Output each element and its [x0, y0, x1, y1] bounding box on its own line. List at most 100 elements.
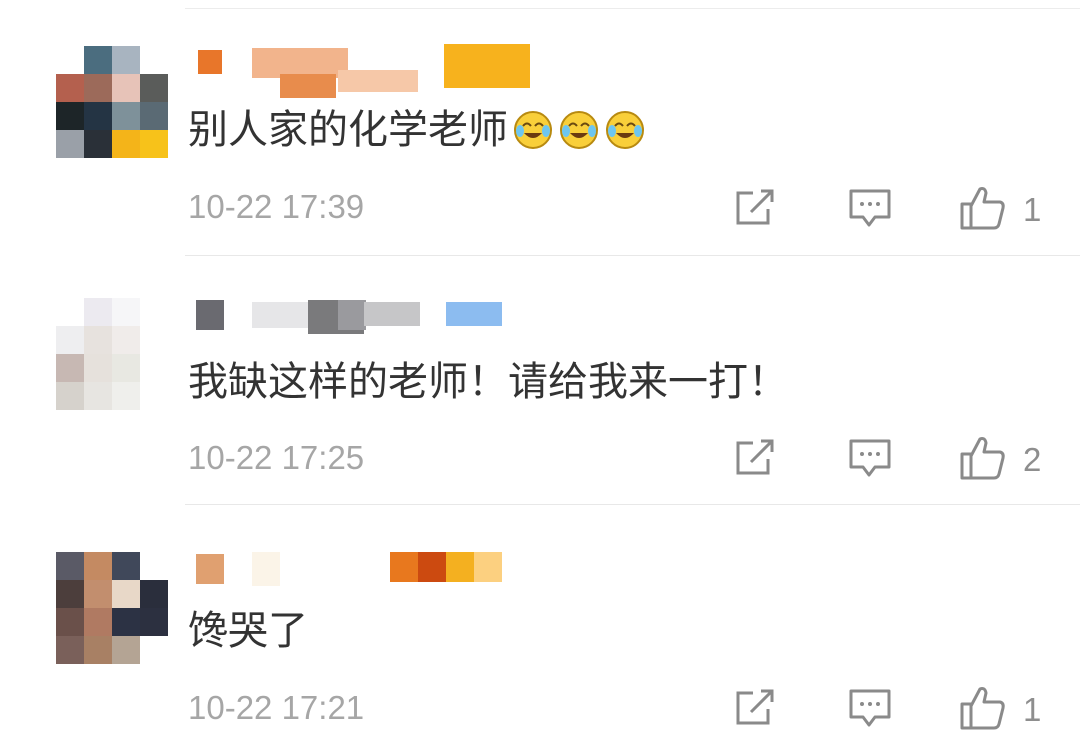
avatar[interactable]: [56, 552, 168, 664]
avatar-pixel: [112, 636, 140, 664]
reply-button[interactable]: [848, 438, 892, 480]
avatar-pixel: [84, 298, 112, 326]
comment-icon: [849, 189, 891, 227]
username-pixel: [364, 302, 420, 326]
avatar-pixel: [56, 636, 84, 664]
avatar-pixel: [112, 102, 140, 130]
avatar-pixel: [84, 580, 112, 608]
avatar-pixel: [84, 74, 112, 102]
comment-icon: [849, 689, 891, 727]
comment-actions: 1: [728, 678, 1080, 738]
username-pixel: [446, 302, 502, 326]
avatar-pixel: [84, 608, 112, 636]
avatar-pixel: [112, 580, 140, 608]
avatar[interactable]: [56, 298, 168, 410]
username-pixel: [338, 70, 418, 92]
comment-text: 别人家的化学老师: [188, 105, 646, 155]
avatar-pixel: [112, 608, 140, 636]
avatar-pixel: [84, 636, 112, 664]
comment-text-content: 我缺这样的老师！请给我来一打！: [188, 359, 788, 405]
avatar[interactable]: [56, 46, 168, 158]
comment-item: 我缺这样的老师！请给我来一打！ 10-22 17:25 2: [0, 250, 1080, 505]
thumbs-up-icon: [960, 687, 1005, 730]
avatar-pixel: [56, 298, 84, 326]
comment-time: 10-22 17:39: [188, 188, 365, 225]
avatar-pixel: [56, 608, 84, 636]
avatar-pixel: [140, 382, 168, 410]
comment-time: 10-22 17:21: [188, 689, 365, 726]
comment-item: 别人家的化学老师 10-22 17:39 1: [0, 0, 1080, 256]
avatar-pixel: [112, 354, 140, 382]
avatar-pixel: [140, 46, 168, 74]
comment-item: 馋哭了 10-22 17:21 1: [0, 502, 1080, 752]
username-pixel: [446, 552, 474, 582]
username-pixel: [198, 50, 222, 74]
username-pixelated[interactable]: [190, 296, 550, 338]
username-pixelated[interactable]: [190, 550, 550, 592]
comment-text-content: 别人家的化学老师: [188, 107, 508, 153]
avatar-pixel: [56, 354, 84, 382]
avatar-pixel: [140, 580, 168, 608]
avatar-pixel: [84, 326, 112, 354]
avatar-pixel: [56, 102, 84, 130]
avatar-pixel: [112, 382, 140, 410]
comment-text: 馋哭了: [188, 606, 308, 656]
username-pixel: [196, 554, 224, 584]
username-pixel: [252, 552, 280, 586]
reply-button[interactable]: [848, 188, 892, 230]
comment-actions: 1: [728, 178, 1080, 238]
avatar-pixel: [140, 326, 168, 354]
like-count: 1: [1023, 691, 1042, 728]
thumbs-up-icon: [960, 437, 1005, 480]
like-button[interactable]: [958, 434, 1008, 482]
avatar-pixel: [84, 130, 112, 158]
avatar-pixel: [140, 298, 168, 326]
username-pixel: [474, 552, 502, 582]
avatar-pixel: [112, 326, 140, 354]
comment-actions: 2: [728, 428, 1080, 488]
avatar-pixel: [140, 130, 168, 158]
avatar-pixel: [140, 102, 168, 130]
avatar-pixel: [140, 74, 168, 102]
username-pixel: [418, 552, 446, 582]
laugh-cry-emoji-icon: [560, 111, 598, 149]
reply-button[interactable]: [848, 688, 892, 730]
share-icon: [736, 189, 774, 225]
like-button[interactable]: [958, 184, 1008, 232]
share-icon: [736, 689, 774, 725]
comment-time: 10-22 17:25: [188, 439, 365, 476]
avatar-pixel: [84, 354, 112, 382]
comment-icon: [849, 439, 891, 477]
avatar-pixel: [56, 580, 84, 608]
username-pixel: [252, 302, 312, 328]
share-icon: [736, 439, 774, 475]
username-pixel: [280, 74, 336, 98]
avatar-pixel: [56, 130, 84, 158]
share-button[interactable]: [733, 188, 777, 228]
avatar-pixel: [140, 354, 168, 382]
avatar-pixel: [84, 102, 112, 130]
username-pixel: [196, 300, 224, 330]
username-pixel: [444, 44, 530, 88]
avatar-pixel: [84, 46, 112, 74]
avatar-pixel: [112, 552, 140, 580]
avatar-pixel: [140, 608, 168, 636]
username-pixelated[interactable]: [190, 44, 550, 98]
avatar-pixel: [84, 552, 112, 580]
avatar-pixel: [140, 636, 168, 664]
avatar-pixel: [56, 382, 84, 410]
like-count: 2: [1023, 441, 1042, 478]
share-button[interactable]: [733, 438, 777, 478]
username-pixel: [390, 552, 418, 582]
avatar-pixel: [56, 46, 84, 74]
avatar-pixel: [56, 326, 84, 354]
comment-text-content: 馋哭了: [188, 608, 308, 654]
comment-text: 我缺这样的老师！请给我来一打！: [188, 357, 788, 407]
share-button[interactable]: [733, 688, 777, 728]
laugh-cry-emoji-icon: [514, 111, 552, 149]
avatar-pixel: [112, 130, 140, 158]
avatar-pixel: [56, 74, 84, 102]
username-pixel: [338, 300, 366, 330]
avatar-pixel: [56, 552, 84, 580]
like-button[interactable]: [958, 684, 1008, 732]
